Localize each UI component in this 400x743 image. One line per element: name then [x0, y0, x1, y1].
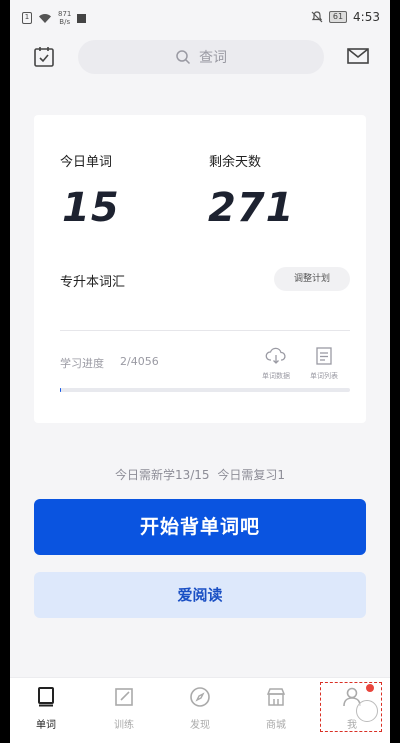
- calendar-check-button[interactable]: [32, 45, 56, 69]
- progress-label: 学习进度: [60, 357, 104, 370]
- review-words-summary: 今日需复习1: [217, 468, 286, 482]
- sim-icon: 1: [22, 12, 32, 24]
- vocabulary-book-name: 专升本词汇: [60, 275, 126, 290]
- clock: 4:53: [353, 10, 380, 24]
- nav-label-words: 单词: [36, 720, 56, 731]
- word-data-label: 单词数据: [262, 372, 290, 380]
- store-icon: [266, 688, 286, 706]
- nav-label-discover: 发现: [190, 720, 210, 731]
- status-bar: 1 871 B/s 61 4:53: [10, 0, 390, 34]
- mute-icon: [311, 11, 323, 23]
- days-left-value: 271: [208, 185, 295, 231]
- progress-bar: [60, 388, 350, 392]
- word-list-button[interactable]: 单词列表: [304, 347, 344, 381]
- calendar-check-icon: [34, 47, 54, 67]
- days-left-label: 剩余天数: [209, 155, 262, 170]
- mail-icon: [347, 48, 369, 64]
- word-data-button[interactable]: 单词数据: [256, 347, 296, 381]
- today-words-value: 15: [62, 185, 120, 231]
- notification-badge: [366, 684, 374, 692]
- network-speed: 871 B/s: [58, 10, 72, 26]
- daily-summary: 今日需新学13/15 今日需复习1: [10, 466, 390, 483]
- book-icon: [38, 687, 54, 707]
- word-list-label: 单词列表: [310, 372, 338, 380]
- divider: [60, 330, 350, 331]
- compass-icon: [190, 687, 210, 707]
- nav-item-store[interactable]: 商城: [246, 686, 306, 731]
- search-icon: [176, 50, 191, 65]
- new-words-summary: 今日需新学13/15: [114, 468, 210, 482]
- today-words-label: 今日单词: [60, 155, 113, 170]
- nav-label-training: 训练: [114, 720, 134, 731]
- search-bar[interactable]: 查词: [78, 40, 324, 74]
- cloud-download-icon: [265, 347, 286, 364]
- nav-item-discover[interactable]: 发现: [170, 686, 230, 731]
- search-placeholder: 查词: [199, 50, 227, 66]
- list-icon: [316, 347, 332, 365]
- wifi-icon: [39, 13, 51, 23]
- top-toolbar: 查词: [10, 38, 390, 78]
- nav-item-words[interactable]: 单词: [16, 686, 76, 731]
- progress-value: 2/4056: [120, 355, 159, 368]
- nav-item-training[interactable]: 训练: [94, 686, 154, 731]
- study-plan-card: 今日单词 15 剩余天数 271 专升本词汇 调整计划 学习进度 2/4056 …: [34, 115, 366, 423]
- adjust-plan-button[interactable]: 调整计划: [274, 267, 350, 291]
- edit-icon: [115, 688, 133, 706]
- battery-indicator: 61: [328, 11, 348, 23]
- start-memorizing-button[interactable]: 开始背单词吧: [34, 499, 366, 555]
- love-reading-button[interactable]: 爱阅读: [34, 572, 366, 618]
- nav-label-store: 商城: [266, 720, 286, 731]
- app-screen: 1 871 B/s 61 4:53 查词 今日单词 15 剩余天数 271 专升…: [10, 0, 390, 743]
- progress-bar-fill: [60, 388, 61, 392]
- touch-indicator: [356, 700, 378, 722]
- message-button[interactable]: [346, 46, 370, 68]
- notification-icon: [77, 13, 87, 23]
